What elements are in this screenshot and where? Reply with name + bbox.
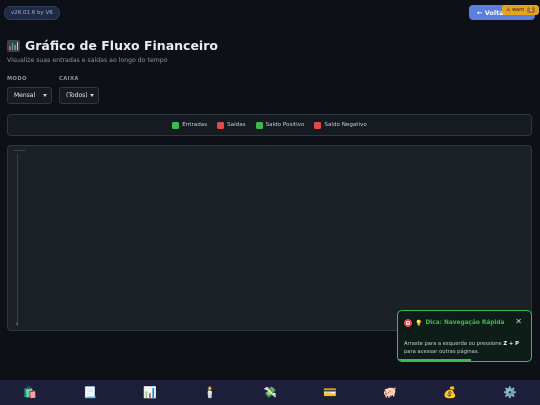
gear-icon: ⚙️ xyxy=(503,386,517,399)
chart-y-axis xyxy=(17,154,18,326)
nav-item-piggy[interactable]: 🐖 xyxy=(381,384,399,402)
legend-swatch xyxy=(217,121,225,129)
warn-count: 1 xyxy=(527,7,535,13)
credit-card-icon: 💳 xyxy=(323,386,337,399)
modo-label: MODO xyxy=(7,76,27,82)
legend-swatch xyxy=(314,121,322,129)
legend-label: Saídas xyxy=(227,122,246,128)
legend-swatch xyxy=(172,121,180,129)
chart-legend: Entradas Saídas Saldo Positivo Saldo Neg… xyxy=(7,114,532,136)
toast-body-prefix: Arraste para a esquerda ou pressione xyxy=(404,341,504,347)
piggy-bank-icon: 🐖 xyxy=(383,386,397,399)
toast-shortcut: Z + P xyxy=(503,341,519,347)
tip-toast: 💡 Dica: Navegação Rápida ✕ Arraste para … xyxy=(397,310,532,362)
nav-item-settings[interactable]: ⚙️ xyxy=(501,384,519,402)
page-title: Gráfico de Fluxo Financeiro xyxy=(7,38,218,53)
toast-title: 💡 Dica: Navegação Rápida xyxy=(404,319,504,327)
chart-bottom-tick: 0 xyxy=(16,322,19,326)
nav-item-chart[interactable]: 📊 xyxy=(141,384,159,402)
page-subtitle: Visualize suas entradas e saídas ao long… xyxy=(7,57,168,64)
nav-item-shopping[interactable]: 🛍️ xyxy=(21,384,39,402)
warn-label: ⚠ warn xyxy=(506,7,525,13)
toast-title-text: Dica: Navegação Rápida xyxy=(425,320,505,326)
lightbulb-icon: 💡 xyxy=(415,319,423,327)
nav-item-document[interactable]: 📃 xyxy=(81,384,99,402)
shopping-bags-icon: 🛍️ xyxy=(23,386,37,399)
toast-progress-bar xyxy=(398,359,472,361)
version-badge: v26.01.6 by V6 xyxy=(4,6,60,20)
legend-item-saldo-positivo[interactable]: Saldo Positivo xyxy=(255,121,305,129)
candle-icon: 🕯️ xyxy=(203,386,217,399)
modo-select-value: Mensal xyxy=(14,92,36,99)
target-icon xyxy=(404,319,412,327)
toast-body-suffix: para acessar outras páginas. xyxy=(404,349,480,356)
legend-item-saidas[interactable]: Saídas xyxy=(217,121,246,129)
page-title-text: Gráfico de Fluxo Financeiro xyxy=(25,38,218,53)
warn-badge[interactable]: ⚠ warn 1 xyxy=(502,5,539,15)
chart-canvas[interactable]: 0 xyxy=(7,145,532,331)
bottom-nav: 🛍️ 📃 📊 🕯️ 💸 💳 🐖 💰 ⚙️ xyxy=(0,380,540,405)
legend-label: Saldo Positivo xyxy=(265,122,305,128)
legend-item-saldo-negativo[interactable]: Saldo Negativo xyxy=(314,121,367,129)
legend-label: Entradas xyxy=(182,122,208,128)
legend-label: Saldo Negativo xyxy=(324,122,367,128)
toast-close-button[interactable]: ✕ xyxy=(515,317,522,326)
bar-chart-icon: 📊 xyxy=(143,386,157,399)
legend-item-entradas[interactable]: Entradas xyxy=(172,121,208,129)
nav-item-card[interactable]: 💳 xyxy=(321,384,339,402)
chevron-down-icon xyxy=(90,94,94,97)
nav-item-money-wings[interactable]: 💸 xyxy=(261,384,279,402)
toast-body: Arraste para a esquerda ou pressione Z +… xyxy=(404,340,526,356)
legend-swatch xyxy=(255,121,263,129)
bar-chart-icon xyxy=(7,39,20,52)
document-icon: 📃 xyxy=(83,386,97,399)
modo-select[interactable]: Mensal xyxy=(7,87,52,104)
caixa-select[interactable]: (Todos) xyxy=(59,87,99,104)
chevron-down-icon xyxy=(43,94,47,97)
chart-top-tick xyxy=(13,150,25,151)
money-bag-icon: 💰 xyxy=(443,386,457,399)
money-wings-icon: 💸 xyxy=(263,386,277,399)
nav-item-money-bag[interactable]: 💰 xyxy=(441,384,459,402)
caixa-label: CAIXA xyxy=(59,76,79,82)
nav-item-candle[interactable]: 🕯️ xyxy=(201,384,219,402)
caixa-select-value: (Todos) xyxy=(66,92,88,99)
